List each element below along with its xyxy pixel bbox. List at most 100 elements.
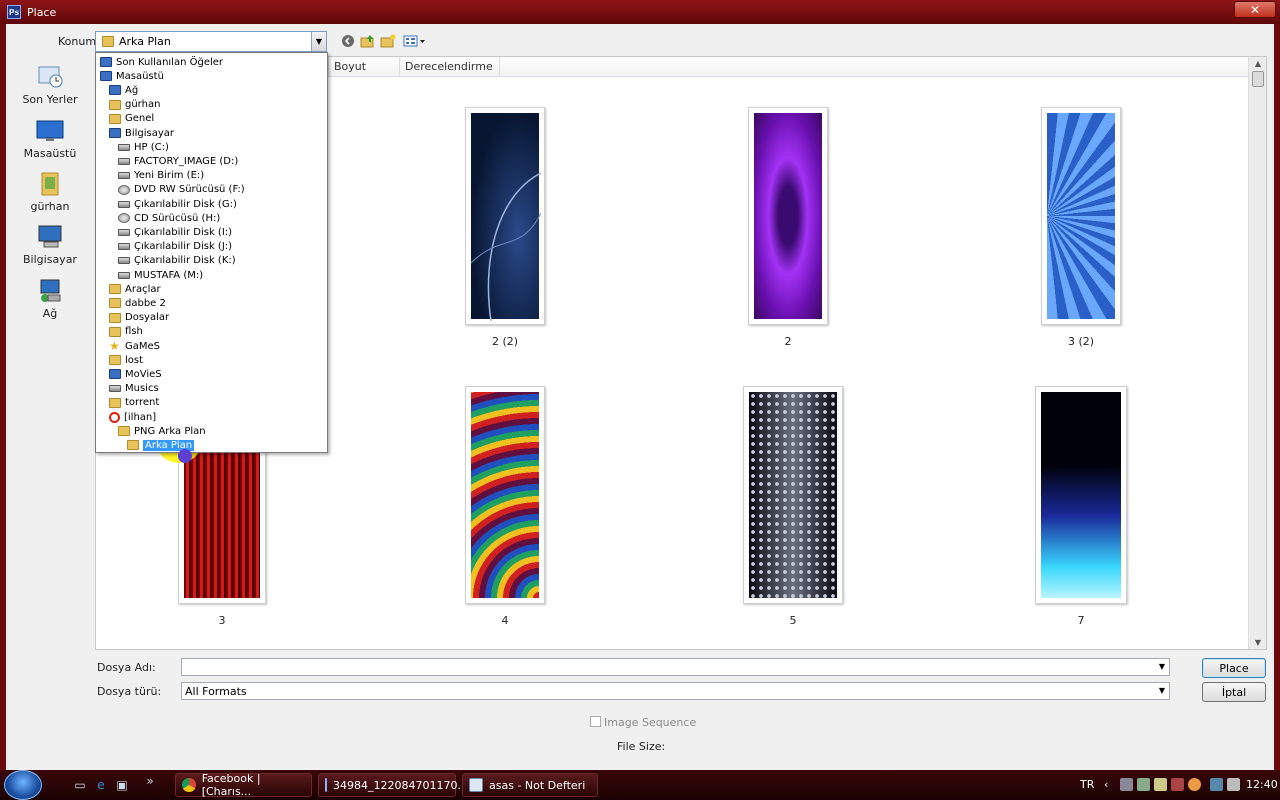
dropdown-item[interactable]: Genel	[109, 112, 154, 126]
folder-icon	[109, 355, 121, 366]
scroll-thumb[interactable]	[1252, 71, 1264, 87]
dropdown-item[interactable]: Son Kullanılan Öğeler	[100, 55, 223, 69]
tray-app-icon[interactable]	[1188, 778, 1201, 791]
file-name: 3 (2)	[1067, 335, 1095, 348]
scroll-up-icon[interactable]: ▲	[1249, 59, 1266, 68]
file-name: 2	[784, 335, 792, 348]
dropdown-item[interactable]: DVD RW Sürücüsü (F:)	[118, 183, 245, 197]
column-separator	[499, 57, 500, 77]
dropdown-item[interactable]: CD Sürücüsü (H:)	[118, 211, 220, 225]
taskbar-item-notepad[interactable]: asas - Not Defteri	[462, 773, 598, 797]
dropdown-item[interactable]: Araçlar	[109, 282, 161, 296]
file-size-label: File Size:	[617, 740, 666, 753]
taskbar-item-photoshop[interactable]: 34984_122084701170...	[318, 773, 468, 797]
drive-icon	[118, 143, 130, 151]
star-folder-icon: ★	[109, 339, 120, 353]
chevron-down-icon[interactable]: ▼	[311, 32, 326, 51]
tray-expand-icon[interactable]: ‹	[1104, 778, 1108, 791]
place-desktop[interactable]: Masaüstü	[6, 118, 94, 160]
file-thumbnail[interactable]	[743, 386, 843, 604]
dropdown-item[interactable]: torrent	[109, 396, 159, 410]
dropdown-item[interactable]: gürhan	[109, 98, 160, 112]
desktop-icon	[100, 71, 112, 82]
file-thumbnail[interactable]	[465, 107, 545, 325]
internet-explorer-icon[interactable]: e	[93, 778, 109, 792]
title-bar: Ps Place ✕	[0, 0, 1280, 24]
vertical-scrollbar[interactable]: ▲ ▼	[1248, 57, 1266, 649]
back-icon[interactable]	[340, 33, 356, 49]
place-recent[interactable]: Son Yerler	[6, 64, 94, 106]
tray-app-icon[interactable]	[1171, 778, 1184, 791]
dropdown-item[interactable]: Masaüstü	[100, 69, 164, 83]
action-center-icon[interactable]	[1210, 778, 1223, 791]
file-thumbnail[interactable]	[748, 107, 828, 325]
thumbnail-image	[1041, 392, 1121, 598]
dropdown-item[interactable]: Yeni Birim (E:)	[118, 169, 204, 183]
filetype-label: Dosya türü:	[97, 685, 162, 698]
dropdown-item[interactable]: PNG Arka Plan	[118, 424, 206, 438]
disc-drive-icon	[118, 213, 130, 224]
dropdown-item[interactable]: Çıkarılabilir Disk (J:)	[118, 240, 232, 254]
computer-icon	[36, 224, 64, 250]
window-switcher-icon[interactable]: ▣	[114, 778, 130, 792]
language-indicator[interactable]: TR	[1080, 778, 1094, 791]
volume-icon[interactable]	[1227, 778, 1240, 791]
column-size[interactable]: Boyut	[334, 60, 366, 73]
cancel-button[interactable]: İptal	[1202, 682, 1266, 702]
places-bar: Son Yerler Masaüstü gürhan Bilgisayar Ağ	[6, 56, 94, 646]
place-button[interactable]: Place	[1202, 658, 1266, 678]
chevron-down-icon[interactable]: ▼	[1159, 686, 1165, 695]
dropdown-item[interactable]: ★ GaMeS	[109, 339, 160, 353]
place-network[interactable]: Ağ	[6, 278, 94, 320]
overflow-chevron-icon[interactable]: »	[142, 774, 158, 788]
dropdown-item[interactable]: MoVieS	[109, 367, 162, 381]
column-separator	[399, 57, 400, 77]
place-user[interactable]: gürhan	[6, 171, 94, 213]
file-thumbnail[interactable]	[1035, 386, 1127, 604]
view-menu-icon[interactable]	[402, 33, 428, 49]
filename-label: Dosya Adı:	[97, 661, 156, 674]
tray-app-icon[interactable]	[1137, 778, 1150, 791]
clock[interactable]: 12:40	[1246, 778, 1278, 791]
dropdown-item-label: Musics	[125, 383, 159, 395]
removable-disk-icon	[118, 257, 130, 265]
dropdown-item[interactable]: lost	[109, 353, 143, 367]
filename-field[interactable]: ▼	[181, 658, 1170, 676]
location-combo[interactable]: Arka Plan ▼	[95, 31, 327, 52]
scroll-down-icon[interactable]: ▼	[1249, 638, 1266, 647]
tray-app-icon[interactable]	[1154, 778, 1167, 791]
location-dropdown-list[interactable]: Son Kullanılan Öğeler Masaüstü Ağ gürhan Gen…	[95, 52, 328, 453]
dropdown-item[interactable]: HP (C:)	[118, 140, 169, 154]
place-computer[interactable]: Bilgisayar	[6, 224, 94, 266]
show-desktop-icon[interactable]: ▭	[72, 778, 88, 792]
dropdown-item[interactable]: Dosyalar	[109, 311, 169, 325]
file-thumbnail[interactable]	[465, 386, 545, 604]
column-rating[interactable]: Derecelendirme	[405, 60, 493, 73]
dropdown-item[interactable]: Ağ	[109, 83, 138, 97]
filetype-select[interactable]: All Formats ▼	[181, 682, 1170, 700]
close-button[interactable]: ✕	[1234, 1, 1276, 18]
new-folder-icon[interactable]	[380, 33, 396, 49]
dropdown-item[interactable]: Çıkarılabilir Disk (G:)	[118, 197, 237, 211]
dropdown-item[interactable]: Musics	[109, 382, 159, 396]
dropdown-item[interactable]: Bilgisayar	[109, 126, 174, 140]
network-tray-icon[interactable]	[1120, 778, 1133, 791]
column-separator	[328, 57, 329, 77]
start-button[interactable]	[4, 770, 42, 800]
up-folder-icon[interactable]	[360, 33, 376, 49]
dropdown-item[interactable]: flsh	[109, 325, 143, 339]
dropdown-item-label: CD Sürücüsü (H:)	[134, 212, 221, 224]
dropdown-item[interactable]: dabbe 2	[109, 296, 166, 310]
dropdown-item[interactable]: FACTORY_IMAGE (D:)	[118, 154, 238, 168]
file-name: 5	[789, 614, 797, 627]
image-sequence-checkbox[interactable]	[590, 716, 601, 727]
dropdown-item[interactable]: Çıkarılabilir Disk (I:)	[118, 225, 232, 239]
dropdown-item[interactable]: [ilhan]	[109, 410, 156, 424]
dropdown-item[interactable]: Çıkarılabilir Disk (K:)	[118, 254, 236, 268]
file-thumbnail[interactable]	[1041, 107, 1121, 325]
chevron-down-icon[interactable]: ▼	[1159, 662, 1165, 671]
dropdown-item[interactable]: MUSTAFA (M:)	[118, 268, 203, 282]
desktop-icon	[36, 118, 64, 144]
taskbar-item-chrome[interactable]: Facebook | [Charıs...	[175, 772, 312, 798]
folder-icon	[109, 397, 121, 408]
